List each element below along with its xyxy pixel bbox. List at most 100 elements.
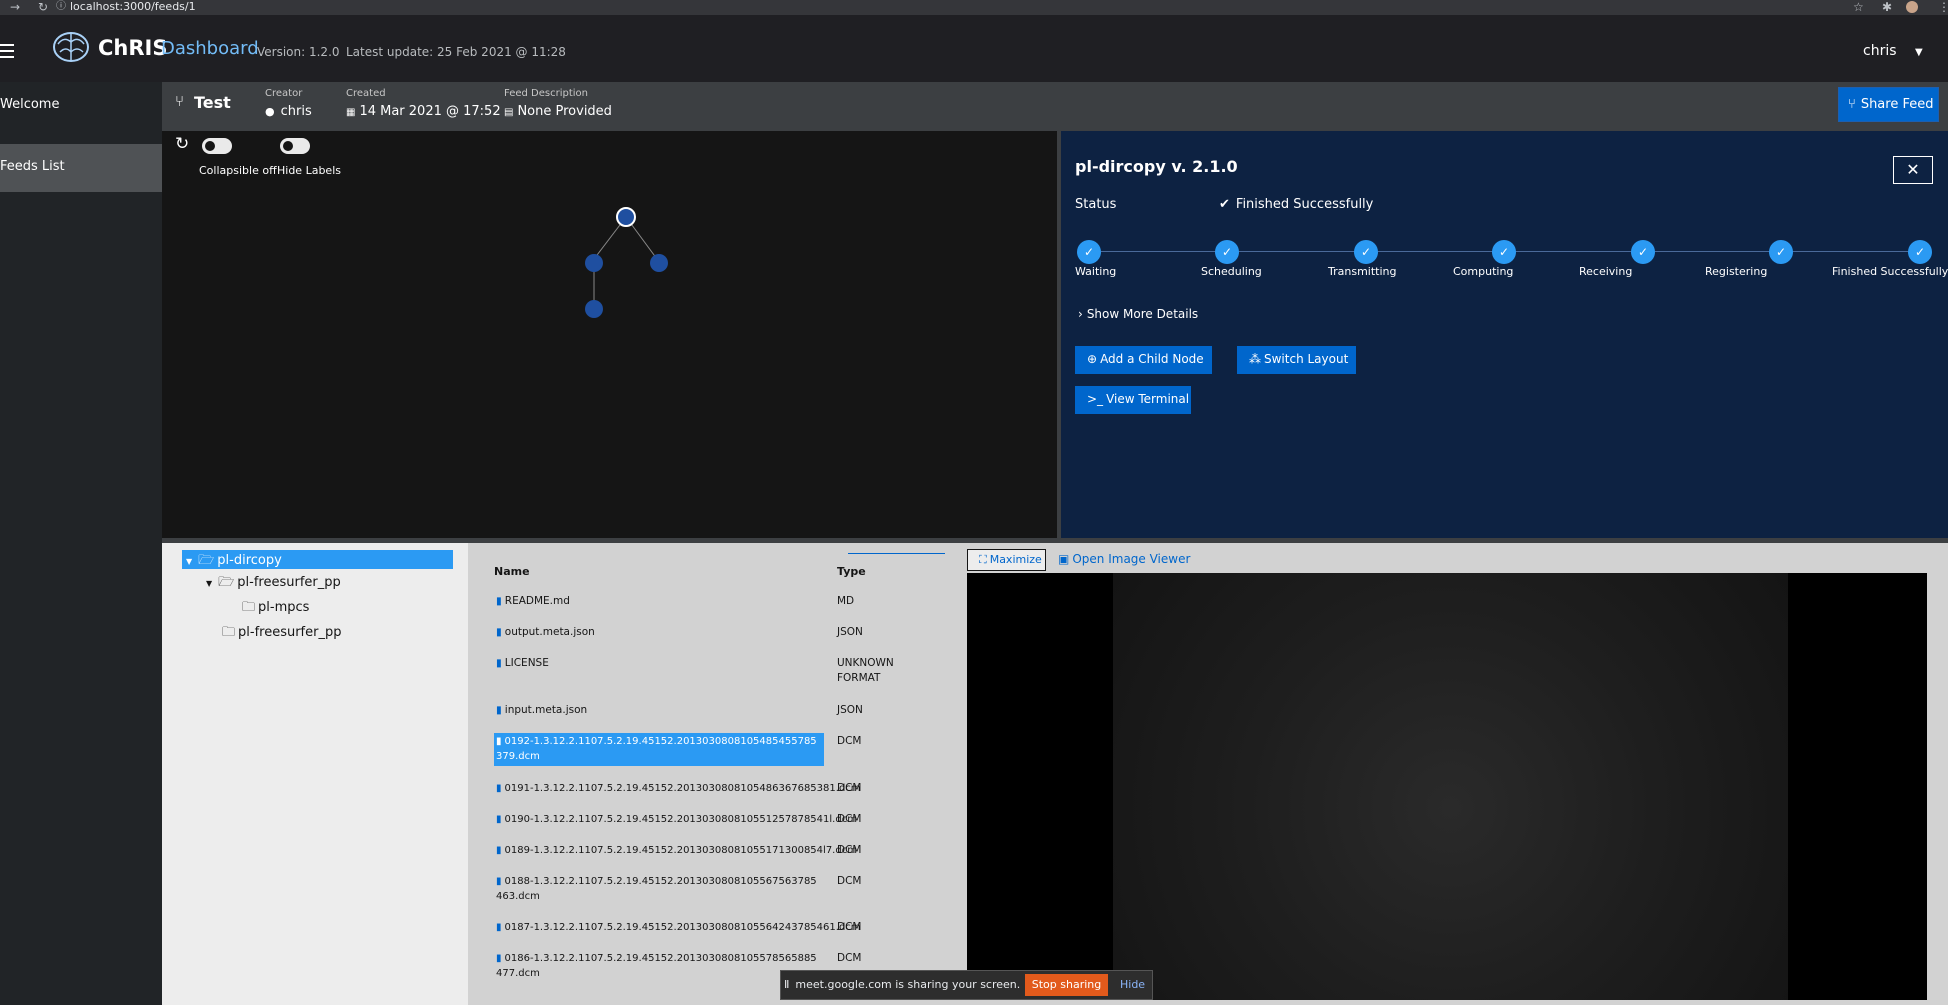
step-label: Finished Successfully (1832, 265, 1948, 278)
file-row-type: MD (837, 595, 855, 607)
user-icon: ● (265, 105, 275, 118)
file-row-name-selected[interactable]: ▮ 0192-1.3.12.2.1107.5.2.19.45152.2013030… (496, 734, 822, 764)
description-value: ▤ None Provided (504, 104, 612, 119)
file-icon: ▮ (496, 876, 502, 887)
profile-avatar[interactable] (1906, 1, 1918, 13)
file-row-name[interactable]: ▮ 0186-1.3.12.2.1107.5.2.19.45152.2013030… (496, 951, 822, 981)
last-update-text: Latest update: 25 Feb 2021 @ 11:28 (346, 45, 566, 59)
file-row-name[interactable]: ▮ 0187-1.3.12.2.1107.5.2.19.45152.2013030… (496, 920, 861, 935)
caret-down-icon: ▼ (186, 557, 193, 566)
hide-sharing-bar-button[interactable]: Hide (1120, 978, 1145, 991)
add-child-node-button[interactable]: ⊕ Add a Child Node (1075, 346, 1212, 374)
file-row-name[interactable]: ▮ output.meta.json (496, 625, 816, 640)
file-row-name[interactable]: ▮ 0190-1.3.12.2.1107.5.2.19.45152.2013030… (496, 812, 857, 827)
step-label: Computing (1453, 265, 1514, 278)
sidebar-item-feeds-list[interactable]: Feeds List (0, 144, 162, 192)
expand-icon: ⛶ (979, 553, 987, 566)
file-icon: ▮ (496, 595, 502, 607)
file-row-name[interactable]: ▮ README.md (496, 594, 816, 609)
show-more-details-toggle[interactable]: › Show More Details (1078, 307, 1198, 321)
chevron-right-icon: › (1078, 307, 1083, 321)
created-value: ▦ 14 Mar 2021 @ 17:52 (346, 104, 501, 119)
document-icon: ▤ (504, 107, 514, 118)
collapsible-toggle-label: Collapsible off (199, 164, 277, 177)
user-dropdown[interactable]: chris ▼ (1863, 43, 1923, 59)
folder-open-icon: 🗁 (198, 553, 215, 568)
graph-node-root[interactable] (616, 207, 636, 227)
version-text: Version: 1.2.0 (257, 45, 340, 59)
graph-node[interactable] (585, 254, 603, 272)
tree-item-pl-dircopy[interactable]: ▼ 🗁 pl-dircopy (186, 551, 282, 573)
tree-item-pl-mpcs[interactable]: 🗀 pl-mpcs (242, 598, 309, 620)
file-row-name[interactable]: ▮ 0189-1.3.12.2.1107.5.2.19.45152.2013030… (496, 843, 857, 858)
chris-brain-logo-icon (53, 32, 89, 62)
file-row-name[interactable]: ▮ LICENSE (496, 656, 816, 671)
browser-menu-icon[interactable]: ⋮ (1938, 0, 1948, 14)
step-complete-icon: ✓ (1769, 240, 1793, 264)
file-icon: ▮ (496, 845, 502, 856)
status-value: ✔ Finished Successfully (1219, 197, 1374, 212)
file-icon: ▮ (496, 814, 502, 825)
checkmark-icon: ✔ (1219, 197, 1230, 212)
step-complete-icon: ✓ (1631, 240, 1655, 264)
maximize-button[interactable]: ⛶ Maximize (967, 549, 1046, 571)
sidebar-item-welcome[interactable]: Welcome (0, 82, 162, 130)
switch-layout-button[interactable]: ⁂ Switch Layout (1237, 346, 1356, 374)
step-complete-icon: ✓ (1077, 240, 1101, 264)
dicom-image (1113, 573, 1788, 1000)
file-row-name[interactable]: ▮ input.meta.json (496, 703, 816, 718)
file-row-name[interactable]: ▮ 0191-1.3.12.2.1107.5.2.19.45152.2013030… (496, 781, 861, 796)
node-title: pl-dircopy v. 2.1.0 (1075, 157, 1238, 176)
share-branch-icon: ⑂ (1848, 97, 1856, 112)
status-label: Status (1075, 197, 1117, 212)
sidebar-item-label: Feeds List (0, 159, 65, 174)
file-row-type: DCM (837, 952, 862, 964)
graph-node[interactable] (585, 300, 603, 318)
step-complete-icon: ✓ (1492, 240, 1516, 264)
folder-icon: 🗀 (242, 600, 256, 615)
file-icon: ▮ (496, 626, 502, 638)
feed-title: Test (194, 93, 231, 112)
sidebar (0, 82, 162, 1005)
forward-icon[interactable]: → (10, 0, 20, 14)
refresh-icon[interactable]: ↻ (175, 134, 189, 154)
extensions-icon[interactable]: ✱ (1882, 0, 1892, 14)
site-info-icon[interactable]: ⓘ (56, 0, 66, 14)
user-name: chris (1863, 43, 1897, 59)
open-image-viewer-button[interactable]: ▣ Open Image Viewer (1058, 552, 1190, 566)
file-icon: ▮ (496, 704, 502, 716)
tree-item-pl-freesurfer-pp[interactable]: 🗀 pl-freesurfer_pp (222, 623, 341, 645)
node-details-panel (1061, 131, 1948, 538)
folder-icon: 🗀 (222, 625, 236, 640)
file-icon: ▮ (496, 922, 502, 933)
address-bar[interactable]: localhost:3000/feeds/1 (70, 0, 196, 14)
tree-item-pl-freesurfer-pp[interactable]: ▼ 🗁 pl-freesurfer_pp (206, 573, 341, 595)
column-header-name[interactable]: Name (494, 565, 530, 578)
stop-sharing-button[interactable]: Stop sharing (1025, 974, 1108, 996)
panel-tab-indicator (848, 553, 945, 554)
share-feed-button[interactable]: ⑂ Share Feed (1838, 87, 1939, 122)
collapsible-toggle[interactable] (202, 138, 232, 154)
close-details-button[interactable]: ✕ (1893, 156, 1933, 184)
image-viewer-icon: ▣ (1058, 552, 1070, 566)
feed-graph-panel (162, 131, 1057, 538)
feed-branch-icon: ⑂ (175, 92, 185, 110)
step-label: Scheduling (1201, 265, 1262, 278)
close-icon: ✕ (1906, 160, 1920, 179)
column-header-type[interactable]: Type (837, 565, 866, 578)
directory-tree (162, 543, 468, 1005)
view-terminal-button[interactable]: >_ View Terminal (1075, 386, 1191, 414)
graph-node[interactable] (650, 254, 668, 272)
creator-value: ● chris (265, 104, 312, 119)
file-row-name[interactable]: ▮ 0188-1.3.12.2.1107.5.2.19.45152.2013030… (496, 874, 822, 904)
file-icon: ▮ (496, 953, 502, 964)
hide-labels-toggle[interactable] (280, 138, 310, 154)
hamburger-menu-icon[interactable] (0, 44, 14, 58)
file-row-type: DCM (837, 921, 862, 933)
brand-name: ChRIS (98, 36, 168, 60)
brand-subtitle: Dashboard (161, 38, 259, 59)
step-complete-icon: ✓ (1354, 240, 1378, 264)
creator-label: Creator (265, 88, 303, 99)
bookmark-star-icon[interactable]: ☆ (1853, 0, 1864, 14)
reload-icon[interactable]: ↻ (38, 0, 48, 14)
